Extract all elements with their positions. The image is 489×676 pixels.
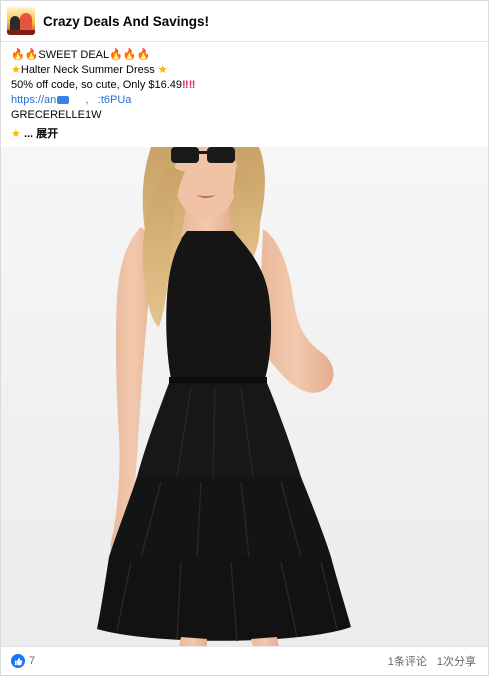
flame-icon: 🔥	[122, 49, 137, 61]
post-header: Crazy Deals And Savings!	[1, 1, 488, 42]
flame-icon: 🔥	[24, 49, 39, 61]
post-image[interactable]	[1, 147, 488, 647]
post-line-5: GRECERELLE1W	[11, 108, 478, 123]
link-end: :t6PUa	[97, 94, 132, 106]
link-start: https://an	[11, 94, 57, 106]
flame-icon: 🔥	[11, 49, 25, 61]
reactions-summary[interactable]: 7	[1, 654, 35, 668]
see-more-row: ★ ... 展开	[11, 127, 478, 142]
post-line-3: 50% off code, so cute, Only $16.49‼‼	[11, 78, 478, 93]
star-icon: ★	[11, 64, 21, 76]
page-name[interactable]: Crazy Deals And Savings!	[43, 14, 209, 29]
reaction-count: 7	[29, 655, 36, 667]
post-text: 🔥🔥SWEET DEAL🔥🔥🔥 ★Halter Neck Summer Dres…	[1, 42, 488, 142]
post-line-1: 🔥🔥SWEET DEAL🔥🔥🔥	[11, 48, 478, 63]
post-line-4: https://an , :t6PUa	[11, 93, 478, 108]
engagement-counts: 1条评论 1次分享	[388, 653, 488, 669]
post-card: Crazy Deals And Savings! 🔥🔥SWEET DEAL🔥🔥🔥…	[0, 0, 489, 676]
comments-count[interactable]: 1条评论	[388, 653, 427, 669]
ellipsis: ...	[23, 128, 34, 140]
post-footer: 7 1条评论 1次分享	[1, 646, 488, 675]
price-text: 50% off code, so cute, Only $16.49	[11, 79, 183, 91]
see-more-button[interactable]: 展开	[36, 128, 58, 140]
double-exclamation-icon: ‼	[182, 79, 189, 91]
dress-photo	[1, 147, 488, 647]
flame-icon: 🔥	[136, 49, 151, 61]
shares-count[interactable]: 1次分享	[437, 653, 476, 669]
product-title: Halter Neck Summer Dress	[20, 64, 155, 76]
link-middle: ,	[85, 94, 89, 106]
deal-heading: SWEET DEAL	[38, 49, 110, 61]
star-icon: ★	[157, 64, 168, 76]
redaction-mark	[57, 96, 70, 105]
double-exclamation-icon: ‼	[188, 79, 196, 91]
promo-code: GRECERELLE1W	[11, 109, 102, 121]
flame-icon: 🔥	[109, 49, 123, 61]
post-line-2: ★Halter Neck Summer Dress ★	[11, 63, 478, 78]
like-icon	[11, 654, 25, 668]
star-icon: ★	[11, 128, 21, 140]
page-avatar[interactable]	[7, 7, 35, 35]
product-link[interactable]: https://an , :t6PUa	[11, 94, 131, 106]
